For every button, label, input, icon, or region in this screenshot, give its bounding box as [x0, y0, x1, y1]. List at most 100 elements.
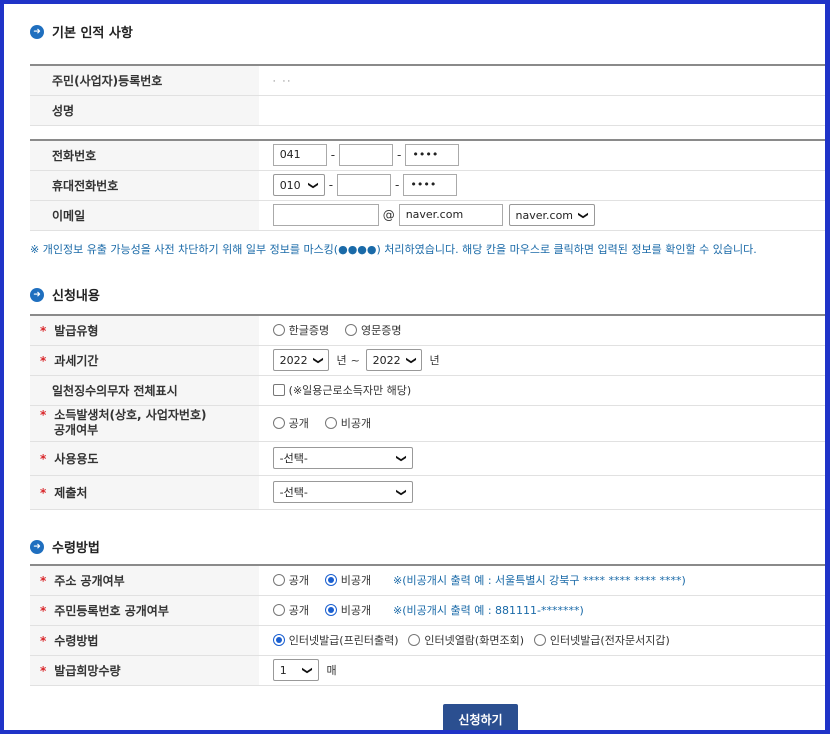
chevron-down-icon: ❯: [395, 487, 407, 497]
email-domain-input[interactable]: naver.com: [398, 204, 503, 226]
table-row: 주민(사업자)등록번호 · ··: [30, 65, 825, 96]
table-row: * 주민등록번호 공개여부 공개 비공개 ※(비공개시 출력 예 : 881111…: [30, 595, 825, 626]
phone-middle-input[interactable]: [339, 144, 394, 167]
usage-fields: -선택- ❯: [258, 441, 825, 476]
table-row: * 사용용도 -선택- ❯: [30, 441, 825, 476]
phone-label: 전화번호: [30, 140, 259, 171]
chevron-down-icon: ❯: [307, 180, 319, 190]
apply-submit-button[interactable]: 신청하기: [443, 704, 518, 730]
table-row: 휴대전화번호 010 ❯ - - ••••: [30, 170, 825, 201]
mobile-middle-input[interactable]: [337, 174, 392, 196]
table-row: * 발급유형 한글증명 영문증명: [30, 315, 825, 346]
daily-fields: (※일용근로소득자만 해당): [258, 375, 825, 406]
radio-disclose-public-label: 공개: [288, 417, 309, 430]
table-row: 전화번호 041- - ••••: [30, 140, 825, 171]
year-from-value: 2022: [279, 353, 308, 367]
radio-method-view[interactable]: [408, 634, 421, 646]
usage-label: * 사용용도: [30, 441, 259, 476]
radio-korean-label: 한글증명: [288, 324, 330, 338]
dash: -: [395, 178, 400, 192]
copies-unit: 매: [326, 664, 337, 677]
method-label-text: 수령방법: [54, 633, 99, 648]
email-at-sign: @: [382, 208, 395, 222]
daily-checkbox[interactable]: [272, 384, 285, 396]
required-mark: *: [40, 573, 47, 588]
email-fields: @ naver.com naver.com ❯: [258, 200, 825, 231]
address-label: * 주소 공개여부: [30, 565, 259, 596]
usage-select-value: -선택-: [279, 452, 308, 465]
year-unit: 년: [336, 354, 347, 367]
required-mark: *: [40, 603, 47, 618]
tax-period-label-text: 과세기간: [54, 353, 99, 368]
chevron-down-icon: ❯: [312, 355, 324, 365]
name-value: [258, 95, 825, 126]
usage-select[interactable]: -선택- ❯: [272, 447, 413, 469]
mobile-prefix-select[interactable]: 010 ❯: [272, 174, 325, 196]
contact-table: 전화번호 041- - •••• 휴대전화번호 010 ❯ - - •••• 이메일 @ na…: [30, 139, 825, 231]
submit-to-select-value: -선택-: [279, 486, 308, 499]
radio-address-public-label: 공개: [288, 574, 309, 588]
radio-rrn-public-label: 공개: [288, 604, 309, 617]
rrn-options: 공개 비공개 ※(비공개시 출력 예 : 881111-*******): [258, 595, 825, 626]
resident-id-value: · ··: [258, 65, 825, 96]
radio-method-view-label: 인터넷열람(화면조회): [424, 634, 524, 647]
table-row: * 주소 공개여부 공개 비공개 ※(비공개시 출력 예 : 서울특별시 강북구 …: [30, 565, 825, 596]
phone-last-input[interactable]: ••••: [405, 144, 460, 167]
section-basic-title: ➜ 기본 인적 사항: [30, 22, 133, 41]
tax-period-fields: 2022 ❯ 년 ~ 2022 ❯ 년: [258, 345, 825, 376]
arrow-circle-icon: ➜: [30, 539, 44, 554]
issue-type-label-text: 발급유형: [54, 323, 99, 338]
radio-rrn-private[interactable]: [324, 604, 337, 616]
section-apply-title: ➜ 신청내용: [30, 285, 100, 304]
radio-rrn-public[interactable]: [272, 604, 285, 616]
table-row: * 발급희망수량 1 ❯ 매: [30, 655, 825, 686]
name-label: 성명: [30, 95, 259, 126]
radio-method-wallet[interactable]: [533, 634, 546, 646]
chevron-down-icon: ❯: [405, 355, 417, 365]
required-mark: *: [40, 633, 47, 648]
section-basic-title-text: 기본 인적 사항: [52, 26, 133, 41]
daily-checkbox-label: (※일용근로소득자만 해당): [288, 384, 412, 397]
dash: -: [330, 148, 336, 163]
resident-id-masked: · ··: [272, 77, 293, 88]
year-to-select[interactable]: 2022 ❯: [365, 349, 422, 371]
issue-type-options: 한글증명 영문증명: [258, 315, 825, 346]
table-row: * 제출처 -선택- ❯: [30, 475, 825, 510]
dash: -: [397, 148, 402, 163]
copies-select[interactable]: 1 ❯: [272, 659, 319, 681]
rrn-note: ※(비공개시 출력 예 : 881111-*******): [392, 604, 584, 617]
section-receive-title-text: 수령방법: [52, 541, 100, 556]
year-from-select[interactable]: 2022 ❯: [272, 349, 329, 371]
section-receive-title: ➜ 수령방법: [30, 537, 100, 556]
radio-method-print[interactable]: [272, 634, 285, 646]
address-note: ※(비공개시 출력 예 : 서울특별시 강북구 **** **** **** *…: [392, 574, 686, 588]
mobile-last-input[interactable]: ••••: [403, 174, 458, 196]
submit-to-fields: -선택- ❯: [258, 475, 825, 510]
submit-to-select[interactable]: -선택- ❯: [272, 481, 413, 503]
dash: -: [328, 178, 334, 192]
privacy-notice: ※ 개인정보 유출 가능성을 사전 차단하기 위해 일부 정보를 마스킹(●●●…: [30, 243, 757, 256]
rrn-label: * 주민등록번호 공개여부: [30, 595, 259, 626]
email-id-input[interactable]: [272, 204, 379, 226]
radio-rrn-private-label: 비공개: [340, 604, 372, 617]
arrow-circle-icon: ➜: [30, 24, 44, 39]
disclose-options: 공개 비공개: [258, 405, 825, 442]
radio-address-private[interactable]: [324, 574, 337, 587]
radio-address-public[interactable]: [272, 574, 285, 587]
email-domain-select[interactable]: naver.com ❯: [508, 204, 595, 226]
mobile-fields: 010 ❯ - - ••••: [258, 170, 825, 201]
chevron-down-icon: ❯: [302, 665, 314, 675]
radio-korean[interactable]: [272, 324, 285, 337]
mobile-prefix-value: 010: [279, 178, 301, 192]
required-mark: *: [40, 485, 47, 500]
radio-english[interactable]: [344, 324, 357, 337]
daily-label: 일천징수의무자 전체표시: [30, 375, 259, 406]
radio-disclose-public[interactable]: [272, 417, 285, 429]
section-apply-title-text: 신청내용: [52, 289, 100, 304]
table-row: * 과세기간 2022 ❯ 년 ~ 2022 ❯ 년: [30, 345, 825, 376]
radio-disclose-private[interactable]: [324, 417, 337, 429]
usage-label-text: 사용용도: [54, 451, 99, 466]
year-unit: 년: [429, 354, 440, 367]
table-row: * 소득발생처(상호, 사업자번호) 공개여부 공개 비공개: [30, 405, 825, 442]
phone-area-input[interactable]: 041: [272, 144, 327, 167]
